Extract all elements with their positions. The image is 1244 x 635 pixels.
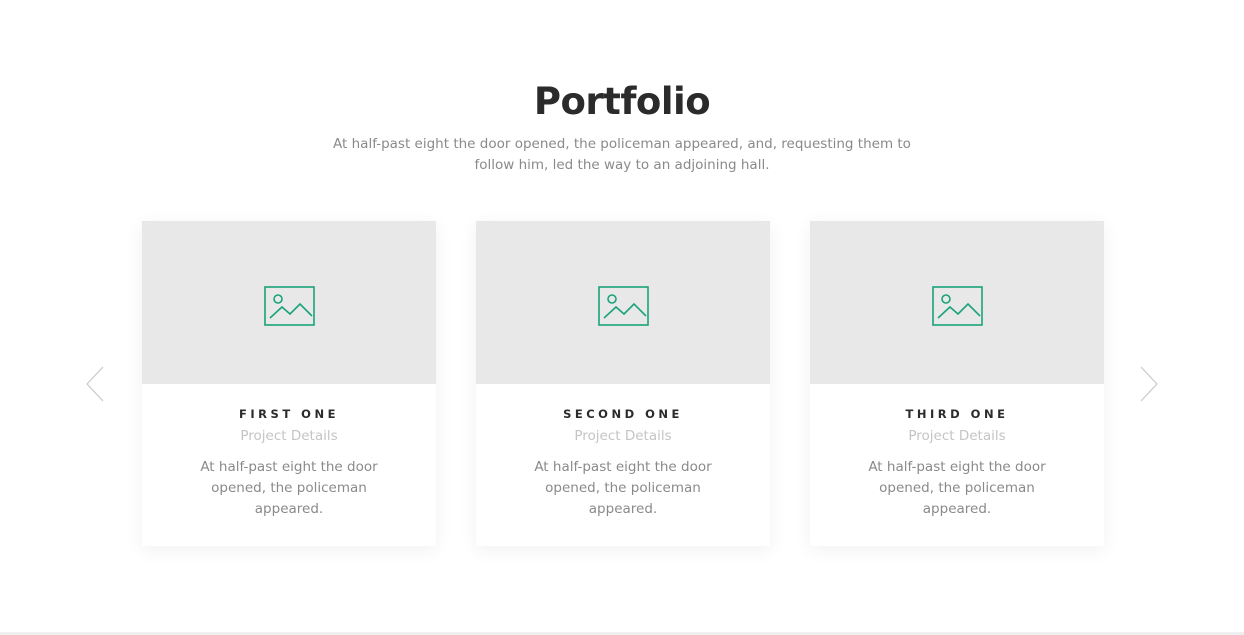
card-description: At half-past eight the door opened, the … bbox=[868, 459, 1046, 517]
section-subtitle: At half-past eight the door opened, the … bbox=[333, 136, 911, 173]
image-placeholder-icon bbox=[932, 286, 983, 326]
card-title: THIRD ONE bbox=[905, 407, 1009, 421]
carousel-prev-button[interactable] bbox=[85, 366, 105, 402]
carousel-next-button[interactable] bbox=[1139, 366, 1159, 402]
portfolio-carousel: FIRST ONE Project Details At half-past e… bbox=[142, 221, 1104, 546]
card-subtitle: Project Details bbox=[908, 428, 1006, 444]
image-placeholder-icon bbox=[264, 286, 315, 326]
card-title: FIRST ONE bbox=[239, 407, 339, 421]
portfolio-card[interactable]: SECOND ONE Project Details At half-past … bbox=[476, 221, 770, 546]
card-title: SECOND ONE bbox=[563, 407, 683, 421]
card-subtitle: Project Details bbox=[574, 428, 672, 444]
chevron-left-icon bbox=[86, 366, 104, 402]
card-description: At half-past eight the door opened, the … bbox=[200, 459, 378, 517]
section-title: Portfolio bbox=[533, 80, 711, 123]
card-subtitle: Project Details bbox=[240, 428, 338, 444]
card-description: At half-past eight the door opened, the … bbox=[534, 459, 712, 517]
chevron-right-icon bbox=[1140, 366, 1158, 402]
card-image-placeholder bbox=[142, 221, 436, 384]
portfolio-section: Portfolio At half-past eight the door op… bbox=[0, 0, 1244, 635]
card-image-placeholder bbox=[810, 221, 1104, 384]
portfolio-card[interactable]: THIRD ONE Project Details At half-past e… bbox=[810, 221, 1104, 546]
image-placeholder-icon bbox=[598, 286, 649, 326]
card-image-placeholder bbox=[476, 221, 770, 384]
portfolio-card[interactable]: FIRST ONE Project Details At half-past e… bbox=[142, 221, 436, 546]
